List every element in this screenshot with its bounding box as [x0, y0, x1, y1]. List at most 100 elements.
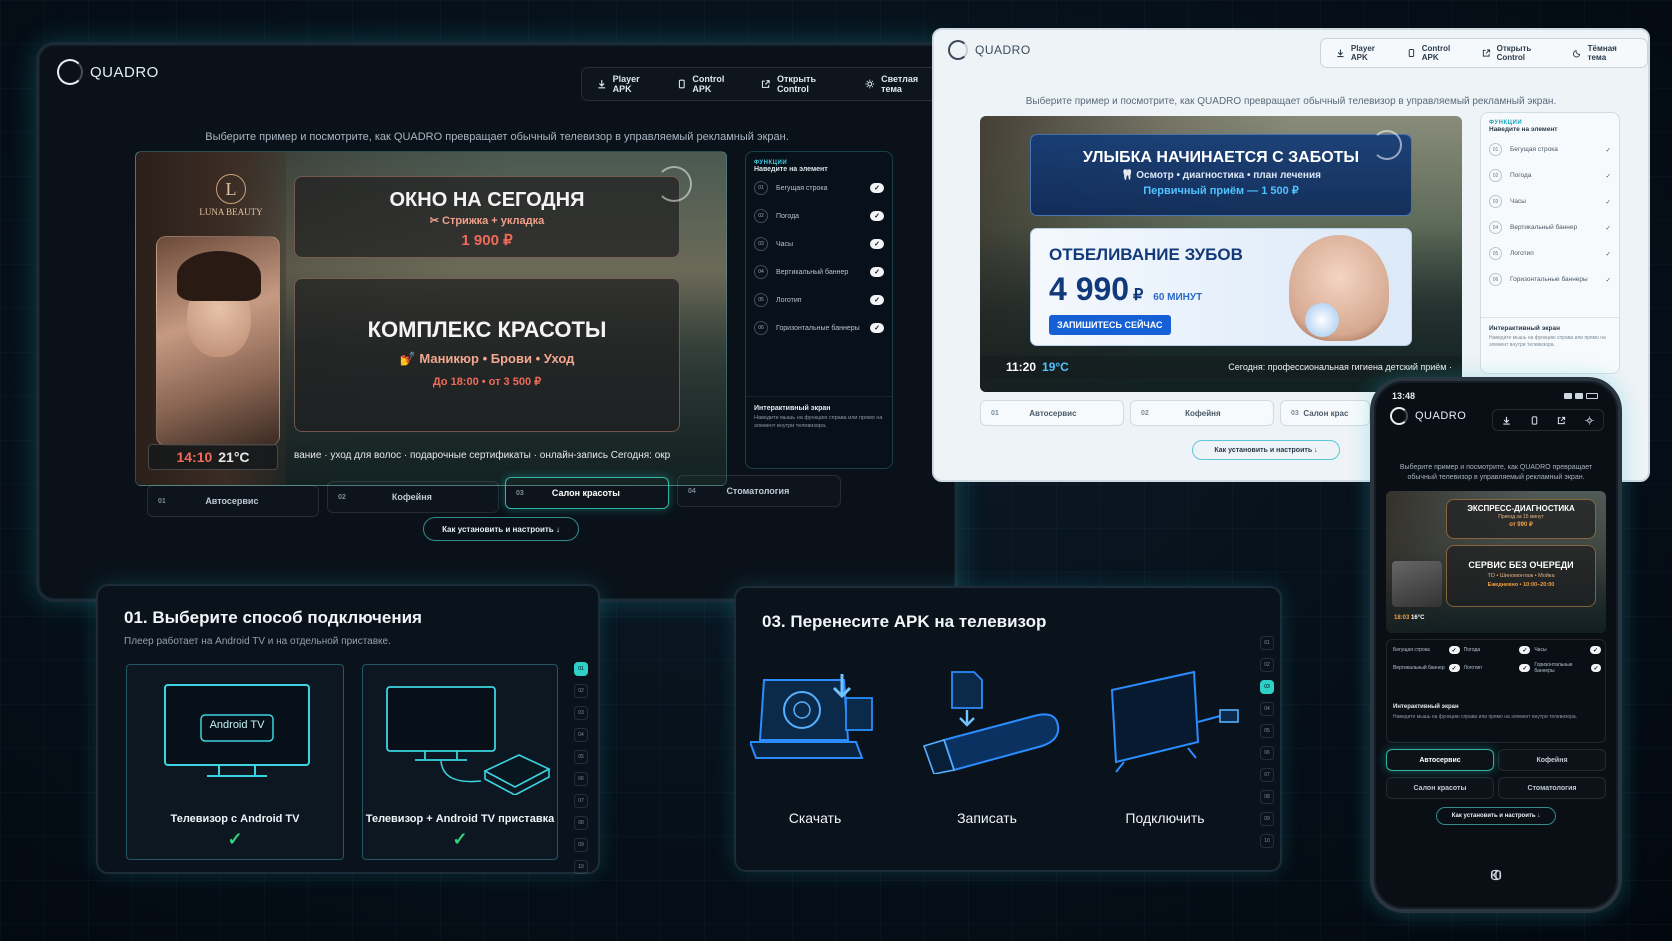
- promo-card-whitening[interactable]: ОТБЕЛИВАНИЕ ЗУБОВ 4 990 ₽ 60 МИНУТ ЗАПИШ…: [1030, 228, 1412, 346]
- player-apk-button[interactable]: Player APK: [588, 68, 668, 100]
- step-dot[interactable]: 05: [574, 750, 588, 764]
- step-dot[interactable]: 10: [574, 860, 588, 874]
- sun-icon[interactable]: [1585, 415, 1594, 425]
- clock-weather[interactable]: 14:10 21°C: [148, 444, 278, 470]
- func-marquee[interactable]: Бегущая строка ✓: [1393, 646, 1460, 654]
- promo-card-diagnostics[interactable]: ЭКСПРЕСС-ДИАГНОСТИКА Приезд за 15 минут …: [1446, 499, 1596, 539]
- player-apk-button[interactable]: Player APK: [1327, 39, 1398, 67]
- toggle-check-icon[interactable]: ✓: [1448, 646, 1460, 654]
- step-dot[interactable]: 06: [1260, 746, 1274, 760]
- install-guide-button[interactable]: Как установить и настроить ↓: [423, 517, 579, 541]
- func-horizontal-banners[interactable]: 06 Горизонтальные баннеры ✓: [754, 321, 884, 335]
- brand-logo[interactable]: QUADRO: [57, 59, 159, 85]
- install-guide-button[interactable]: Как установить и настроить ↓: [1436, 807, 1556, 825]
- tab-beauty-salon[interactable]: 03 Салон крас: [1280, 400, 1370, 426]
- download-icon[interactable]: [1502, 416, 1511, 425]
- step-dot[interactable]: 09: [1260, 812, 1274, 826]
- toggle-check-icon[interactable]: ✓: [1448, 664, 1460, 672]
- toggle-check-icon[interactable]: ✓: [870, 239, 884, 249]
- option-android-tv[interactable]: Android TV Телевизор с Android TV ✓: [126, 664, 344, 860]
- promo-card-smile[interactable]: УЛЫБКА НАЧИНАЕТСЯ С ЗАБОТЫ 🦷 Осмотр • ди…: [1030, 134, 1412, 216]
- vertical-banner[interactable]: [156, 236, 280, 446]
- toggle-check-icon[interactable]: ✓: [870, 323, 884, 333]
- tv-screen[interactable]: ЭКСПРЕСС-ДИАГНОСТИКА Приезд за 15 минут …: [1386, 491, 1606, 633]
- usb-drive-icon: [922, 671, 1060, 774]
- func-logo[interactable]: Логотип ✓: [1464, 662, 1531, 674]
- promo-card-service[interactable]: СЕРВИС БЕЗ ОЧЕРЕДИ ТО • Шиномонтаж • Мой…: [1446, 545, 1596, 607]
- step-dot[interactable]: 07: [574, 794, 588, 808]
- toggle-check-icon[interactable]: ✓: [870, 211, 884, 221]
- salon-logo[interactable]: L LUNA BEAUTY: [186, 174, 276, 217]
- step-dot[interactable]: 08: [574, 816, 588, 830]
- tab-coffee[interactable]: Кофейня: [1498, 749, 1606, 771]
- step-dot[interactable]: 04: [1260, 702, 1274, 716]
- step-dot[interactable]: 01: [574, 662, 588, 676]
- tab-autoservice[interactable]: 01 Автосервис: [147, 485, 319, 517]
- brand-logo[interactable]: QUADRO: [948, 40, 1031, 60]
- step-dot[interactable]: 02: [574, 684, 588, 698]
- toggle-check-icon[interactable]: ✓: [870, 267, 884, 277]
- toggle-check-icon[interactable]: ✓: [1519, 646, 1531, 654]
- toggle-check-icon[interactable]: ✓: [1589, 646, 1601, 654]
- tab-autoservice[interactable]: Автосервис: [1386, 749, 1494, 771]
- step-dot[interactable]: 04: [574, 728, 588, 742]
- func-vertical-banner[interactable]: 04 Вертикальный баннер ✓: [754, 265, 884, 279]
- func-marquee[interactable]: 01 Бегущая строка ✓: [1489, 143, 1611, 156]
- tab-beauty-salon[interactable]: Салон красоты: [1386, 777, 1494, 799]
- func-clock[interactable]: 03 Часы ✓: [754, 237, 884, 251]
- func-clock[interactable]: Часы ✓: [1534, 646, 1601, 654]
- step-dot[interactable]: 10: [1260, 834, 1274, 848]
- toggle-check-icon[interactable]: ✓: [870, 295, 884, 305]
- tv-screen[interactable]: L LUNA BEAUTY ОКНО НА СЕГОДНЯ ✂ Стрижка …: [135, 151, 727, 486]
- func-horizontal-banners[interactable]: 06 Горизонтальные баннеры ✓: [1489, 273, 1611, 286]
- back-icon[interactable]: [1486, 867, 1506, 883]
- quadro-watermark-icon: [1372, 130, 1402, 160]
- step-dot[interactable]: 03: [574, 706, 588, 720]
- tab-coffee[interactable]: 02 Кофейня: [327, 481, 499, 513]
- tab-autoservice[interactable]: 01 Автосервис: [980, 400, 1124, 426]
- func-marquee[interactable]: 01 Бегущая строка ✓: [754, 181, 884, 195]
- tab-dentistry[interactable]: Стоматология: [1498, 777, 1606, 799]
- step-dot[interactable]: 08: [1260, 790, 1274, 804]
- external-link-icon[interactable]: [1557, 416, 1566, 425]
- func-horizontal-banners[interactable]: Горизонтальные баннеры ✓: [1534, 662, 1601, 674]
- open-control-button[interactable]: Открыть Control: [752, 68, 856, 100]
- tab-coffee[interactable]: 02 Кофейня: [1130, 400, 1274, 426]
- install-guide-button[interactable]: Как установить и настроить ↓: [1192, 440, 1340, 460]
- promo-card-complex[interactable]: КОМПЛЕКС КРАСОТЫ 💅 Маникюр • Брови • Ухо…: [294, 278, 680, 432]
- step-dot[interactable]: 03: [1260, 680, 1274, 694]
- tv-screen[interactable]: УЛЫБКА НАЧИНАЕТСЯ С ЗАБОТЫ 🦷 Осмотр • ди…: [980, 116, 1462, 392]
- func-logo[interactable]: 05 Логотип ✓: [1489, 247, 1611, 260]
- step-dot[interactable]: 07: [1260, 768, 1274, 782]
- open-control-button[interactable]: Открыть Control: [1473, 39, 1564, 67]
- toggle-check-icon[interactable]: ✓: [1591, 664, 1601, 672]
- step-dot[interactable]: 02: [1260, 658, 1274, 672]
- ticker[interactable]: вание · уход для волос · подарочные серт…: [294, 450, 720, 466]
- step-dot[interactable]: 06: [574, 772, 588, 786]
- book-now-button[interactable]: ЗАПИШИТЕСЬ СЕЙЧАС: [1049, 315, 1171, 335]
- toggle-check-icon[interactable]: ✓: [870, 183, 884, 193]
- func-vertical-banner[interactable]: Вертикальный баннер ✓: [1393, 662, 1460, 674]
- func-clock[interactable]: 03 Часы ✓: [1489, 195, 1611, 208]
- step-dot[interactable]: 09: [574, 838, 588, 852]
- func-weather[interactable]: 02 Погода ✓: [754, 209, 884, 223]
- control-apk-button[interactable]: Control APK: [1398, 39, 1473, 67]
- tab-beauty-salon[interactable]: 03 Салон красоты: [505, 477, 669, 509]
- promo-card-today[interactable]: ОКНО НА СЕГОДНЯ ✂ Стрижка + укладка 1 90…: [294, 176, 680, 258]
- ticker[interactable]: Сегодня: профессиональная гигиена детски…: [1228, 362, 1452, 372]
- option-tv-with-box[interactable]: Телевизор + Android TV приставка ✓: [362, 664, 558, 860]
- func-logo[interactable]: 05 Логотип ✓: [754, 293, 884, 307]
- dark-theme-button[interactable]: Тёмная тема: [1564, 39, 1641, 67]
- step-dot[interactable]: 01: [1260, 636, 1274, 650]
- wifi-icon: [1575, 393, 1583, 399]
- clock-weather[interactable]: 18:03 16°C: [1394, 615, 1424, 621]
- phone-icon[interactable]: [1530, 415, 1539, 425]
- brand-logo[interactable]: QUADRO: [1390, 407, 1466, 425]
- toggle-check-icon[interactable]: ✓: [1519, 664, 1531, 672]
- step-dot[interactable]: 05: [1260, 724, 1274, 738]
- control-apk-button[interactable]: Control APK: [668, 68, 753, 100]
- tab-dentistry[interactable]: 04 Стоматология: [677, 475, 841, 507]
- func-vertical-banner[interactable]: 04 Вертикальный баннер ✓: [1489, 221, 1611, 234]
- func-weather[interactable]: Погода ✓: [1464, 646, 1531, 654]
- func-weather[interactable]: 02 Погода ✓: [1489, 169, 1611, 182]
